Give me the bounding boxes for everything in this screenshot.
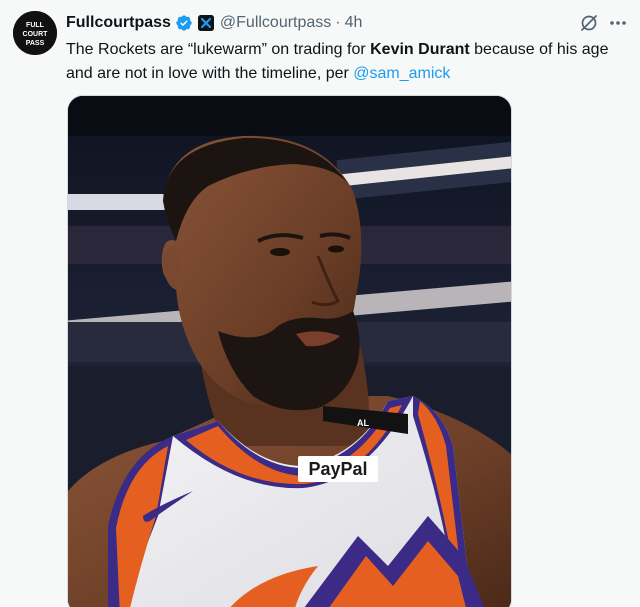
tweet-text-bold: Kevin Durant: [370, 41, 470, 58]
armband-text: AL: [357, 418, 369, 428]
affiliate-badge-icon[interactable]: [197, 15, 214, 31]
display-name[interactable]: Fullcourtpass: [66, 14, 171, 32]
mention-link[interactable]: @sam_amick: [353, 65, 450, 82]
jersey-sponsor: PayPal: [308, 459, 367, 479]
avatar[interactable]: FULL COURT PASS: [13, 11, 57, 55]
avatar-line-3: PASS: [26, 40, 45, 47]
player-photo: PayPal AL: [68, 96, 511, 607]
author-handle[interactable]: @Fullcourtpass: [220, 14, 331, 32]
tweet-text: The Rockets are “lukewarm” on trading fo…: [66, 38, 626, 86]
tweet-photo[interactable]: PayPal AL: [67, 95, 512, 607]
timestamp[interactable]: 4h: [345, 14, 363, 32]
separator-dot: ·: [335, 14, 341, 31]
tweet-text-part: The Rockets are “lukewarm” on trading fo…: [66, 41, 371, 58]
more-options-icon[interactable]: [608, 13, 628, 33]
avatar-line-1: FULL: [26, 22, 45, 29]
verified-badge-icon: [175, 14, 193, 32]
grok-icon[interactable]: [579, 13, 599, 33]
avatar-line-2: COURT: [23, 31, 49, 38]
tweet-header: Fullcourtpass @Fullcourtpass · 4h: [66, 12, 362, 34]
tweet[interactable]: FULL COURT PASS Fullcourtpass @Fullcourt…: [0, 0, 640, 607]
avatar-logo: FULL COURT PASS: [13, 11, 57, 55]
